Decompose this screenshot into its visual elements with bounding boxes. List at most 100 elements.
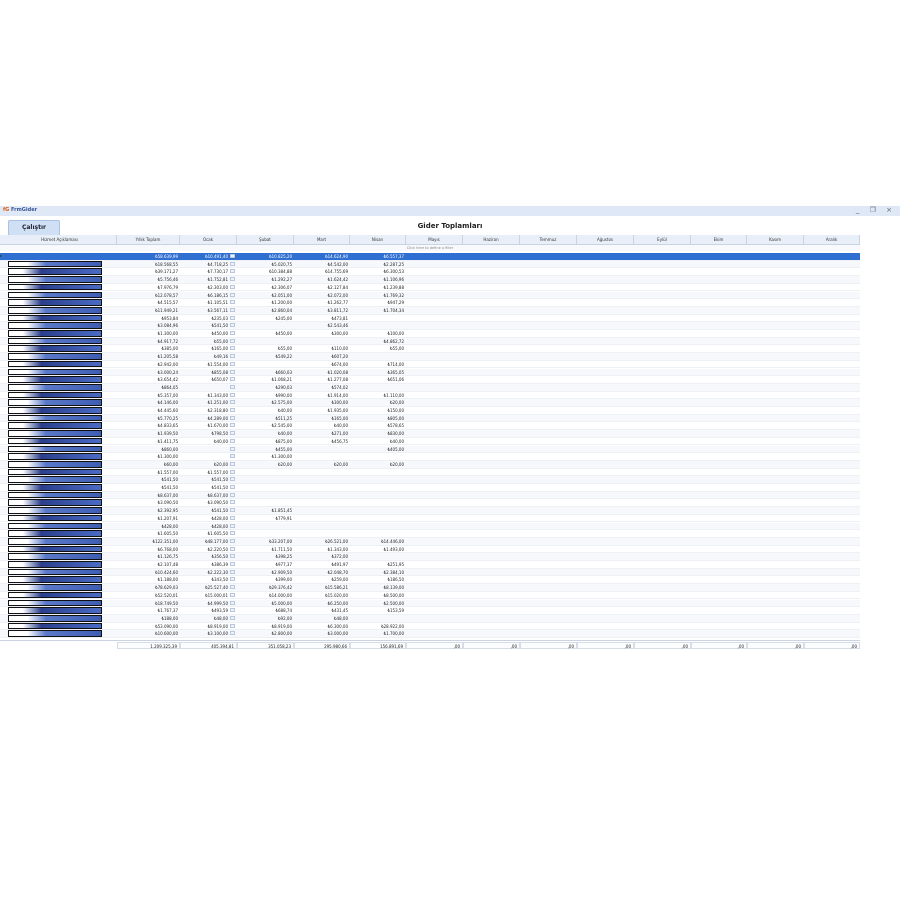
value-cell[interactable]: ₺798,50: [180, 430, 230, 438]
detail-button[interactable]: [230, 469, 235, 474]
value-cell[interactable]: [237, 338, 294, 346]
window-controls[interactable]: _ ❐ ×: [856, 206, 896, 214]
value-cell[interactable]: [294, 446, 350, 454]
table-row[interactable]: ₺8.637,00 ₺8.637,00: [0, 491, 860, 500]
value-cell[interactable]: ₺953,84: [117, 315, 180, 323]
detail-button[interactable]: [230, 508, 235, 513]
detail-button[interactable]: [230, 562, 235, 566]
table-row[interactable]: ₺52.520,01 ₺15.000,01 ₺14.000,00 ₺15.020,00…: [0, 591, 860, 600]
detail-button[interactable]: [230, 577, 235, 582]
value-cell[interactable]: [237, 484, 294, 492]
table-row[interactable]: ₺12.078,57 ₺6.186,15 ₺2.051,00 ₺2.072,00 ₺1.…: [0, 291, 860, 300]
value-cell[interactable]: ₺5.756,46: [117, 276, 180, 284]
detail-button[interactable]: [230, 315, 235, 320]
value-cell[interactable]: ₺830,00: [350, 430, 406, 438]
column-header[interactable]: Eylül: [634, 235, 691, 244]
detail-button[interactable]: [230, 623, 235, 628]
table-row[interactable]: ₺3.090,50 ₺3.090,50: [0, 499, 860, 508]
value-cell[interactable]: ₺541,50: [117, 484, 180, 492]
detail-button[interactable]: [230, 523, 235, 528]
value-cell[interactable]: ₺2.306,07: [237, 284, 294, 292]
value-cell[interactable]: ₺53.090,00: [117, 623, 180, 631]
value-cell[interactable]: ₺245,00: [237, 315, 294, 323]
table-row[interactable]: ₺1.300,00 ₺450,00 ₺450,00 ₺300,00 ₺100,00: [0, 330, 860, 338]
table-row[interactable]: ₺2.942,00 ₺1.554,00 ₺674,00 ₺714,00: [0, 360, 860, 369]
value-cell[interactable]: ₺574,02: [294, 384, 350, 392]
value-cell[interactable]: ₺28.922,00: [350, 623, 406, 631]
value-cell[interactable]: ₺25.527,40: [180, 584, 230, 592]
value-cell[interactable]: ₺3.654,42: [117, 376, 180, 384]
value-cell[interactable]: ₺2.051,00: [237, 292, 294, 300]
value-cell[interactable]: ₺1.300,00: [237, 453, 294, 461]
value-cell[interactable]: ₺8.139,00: [350, 584, 406, 592]
value-cell[interactable]: [237, 530, 294, 538]
value-cell[interactable]: ₺4.515,57: [117, 299, 180, 307]
table-row[interactable]: ₺4.917,72 ₺55,00 ₺4.862,72: [0, 337, 860, 346]
value-cell[interactable]: ₺8.637,00: [117, 492, 180, 500]
table-row[interactable]: ₺6.768,00 ₺2.220,50 ₺1.711,50 ₺1.343,00 ₺1.4…: [0, 545, 860, 554]
value-cell[interactable]: [294, 338, 350, 346]
value-cell[interactable]: ₺48.177,00: [180, 538, 230, 546]
value-cell[interactable]: ₺10.491,40: [180, 253, 230, 261]
table-row[interactable]: ₺1.207,91 ₺428,00 ₺779,91: [0, 514, 860, 523]
value-cell[interactable]: ₺60,00: [117, 461, 180, 469]
value-cell[interactable]: ₺153,59: [350, 607, 406, 615]
detail-button[interactable]: [230, 600, 235, 605]
value-cell[interactable]: ₺122.351,00: [117, 538, 180, 546]
value-cell[interactable]: ₺372,00: [294, 553, 350, 561]
detail-button[interactable]: [230, 415, 235, 420]
value-cell[interactable]: [294, 530, 350, 538]
value-cell[interactable]: ₺29.376,42: [237, 584, 294, 592]
value-cell[interactable]: ₺6.557,37: [350, 253, 406, 261]
value-cell[interactable]: ₺607,20: [294, 353, 350, 361]
detail-button[interactable]: [230, 500, 235, 505]
detail-button[interactable]: [230, 269, 235, 274]
value-cell[interactable]: ₺1.700,00: [350, 630, 406, 638]
value-cell[interactable]: [237, 361, 294, 369]
value-cell[interactable]: ₺455,00: [237, 446, 294, 454]
detail-button[interactable]: [230, 446, 235, 451]
value-cell[interactable]: ₺674,00: [294, 361, 350, 369]
value-cell[interactable]: ₺14.446,00: [350, 538, 406, 546]
table-row[interactable]: ₺5.770,25 ₺4.289,00 ₺511,25 ₺165,00 ₺805,00: [0, 414, 860, 423]
value-cell[interactable]: ₺855,08: [180, 369, 230, 377]
value-cell[interactable]: ₺864,05: [117, 384, 180, 392]
detail-button[interactable]: [230, 300, 235, 305]
value-cell[interactable]: ₺3.090,50: [117, 499, 180, 507]
value-cell[interactable]: [350, 615, 406, 623]
detail-button[interactable]: [230, 608, 235, 613]
table-row[interactable]: ₺18.568,55 ₺4.718,25 ₺5.020,75 ₺4.542,00 ₺2.…: [0, 260, 860, 269]
value-cell[interactable]: ₺1.110,00: [350, 392, 406, 400]
table-row[interactable]: ₺122.351,00 ₺48.177,00 ₺33.207,00 ₺26.521,0…: [0, 537, 860, 546]
value-cell[interactable]: ₺40,00: [237, 407, 294, 415]
detail-button[interactable]: [230, 377, 235, 382]
value-cell[interactable]: ₺549,22: [237, 353, 294, 361]
detail-button[interactable]: [230, 284, 235, 289]
value-cell[interactable]: ₺235,03: [180, 315, 230, 323]
value-cell[interactable]: [180, 446, 230, 454]
value-cell[interactable]: ₺365,05: [350, 369, 406, 377]
value-cell[interactable]: ₺473,81: [294, 315, 350, 323]
value-cell[interactable]: ₺3.000,24: [117, 369, 180, 377]
table-row[interactable]: ₺188,00 ₺48,00 ₺92,00 ₺48,00: [0, 614, 860, 623]
value-cell[interactable]: ₺2.800,00: [237, 630, 294, 638]
column-header[interactable]: Şubat: [237, 235, 294, 244]
value-cell[interactable]: ₺150,00: [350, 407, 406, 415]
value-cell[interactable]: [294, 515, 350, 523]
value-cell[interactable]: ₺49,16: [180, 353, 230, 361]
value-cell[interactable]: ₺40,00: [294, 422, 350, 430]
table-row[interactable]: ₺864,05 ₺290,03 ₺574,02: [0, 383, 860, 392]
value-cell[interactable]: ₺3.084,96: [117, 322, 180, 330]
table-row[interactable]: ₺541,50 ₺541,50: [0, 476, 860, 484]
table-row[interactable]: ₺860,00 ₺455,00 ₺405,00: [0, 445, 860, 454]
table-row[interactable]: ₺53.090,00 ₺8.919,00 ₺8.919,00 ₺6.300,00 ₺28…: [0, 622, 860, 631]
table-row[interactable]: ▸ ₺58.639,99 ₺10.491,40 ₺10.825,20 ₺14.624,9…: [0, 253, 860, 261]
value-cell[interactable]: ₺110,00: [294, 345, 350, 353]
value-cell[interactable]: ₺78.629,03: [117, 584, 180, 592]
value-cell[interactable]: [350, 492, 406, 500]
table-row[interactable]: ₺5.756,46 ₺1.752,81 ₺1.292,27 ₺1.624,42 ₺1.1…: [0, 276, 860, 284]
table-row[interactable]: ₺1.557,00 ₺1.557,00: [0, 468, 860, 477]
value-cell[interactable]: ₺2.048,70: [294, 569, 350, 577]
value-cell[interactable]: ₺14.755,69: [294, 268, 350, 276]
value-cell[interactable]: [350, 469, 406, 477]
